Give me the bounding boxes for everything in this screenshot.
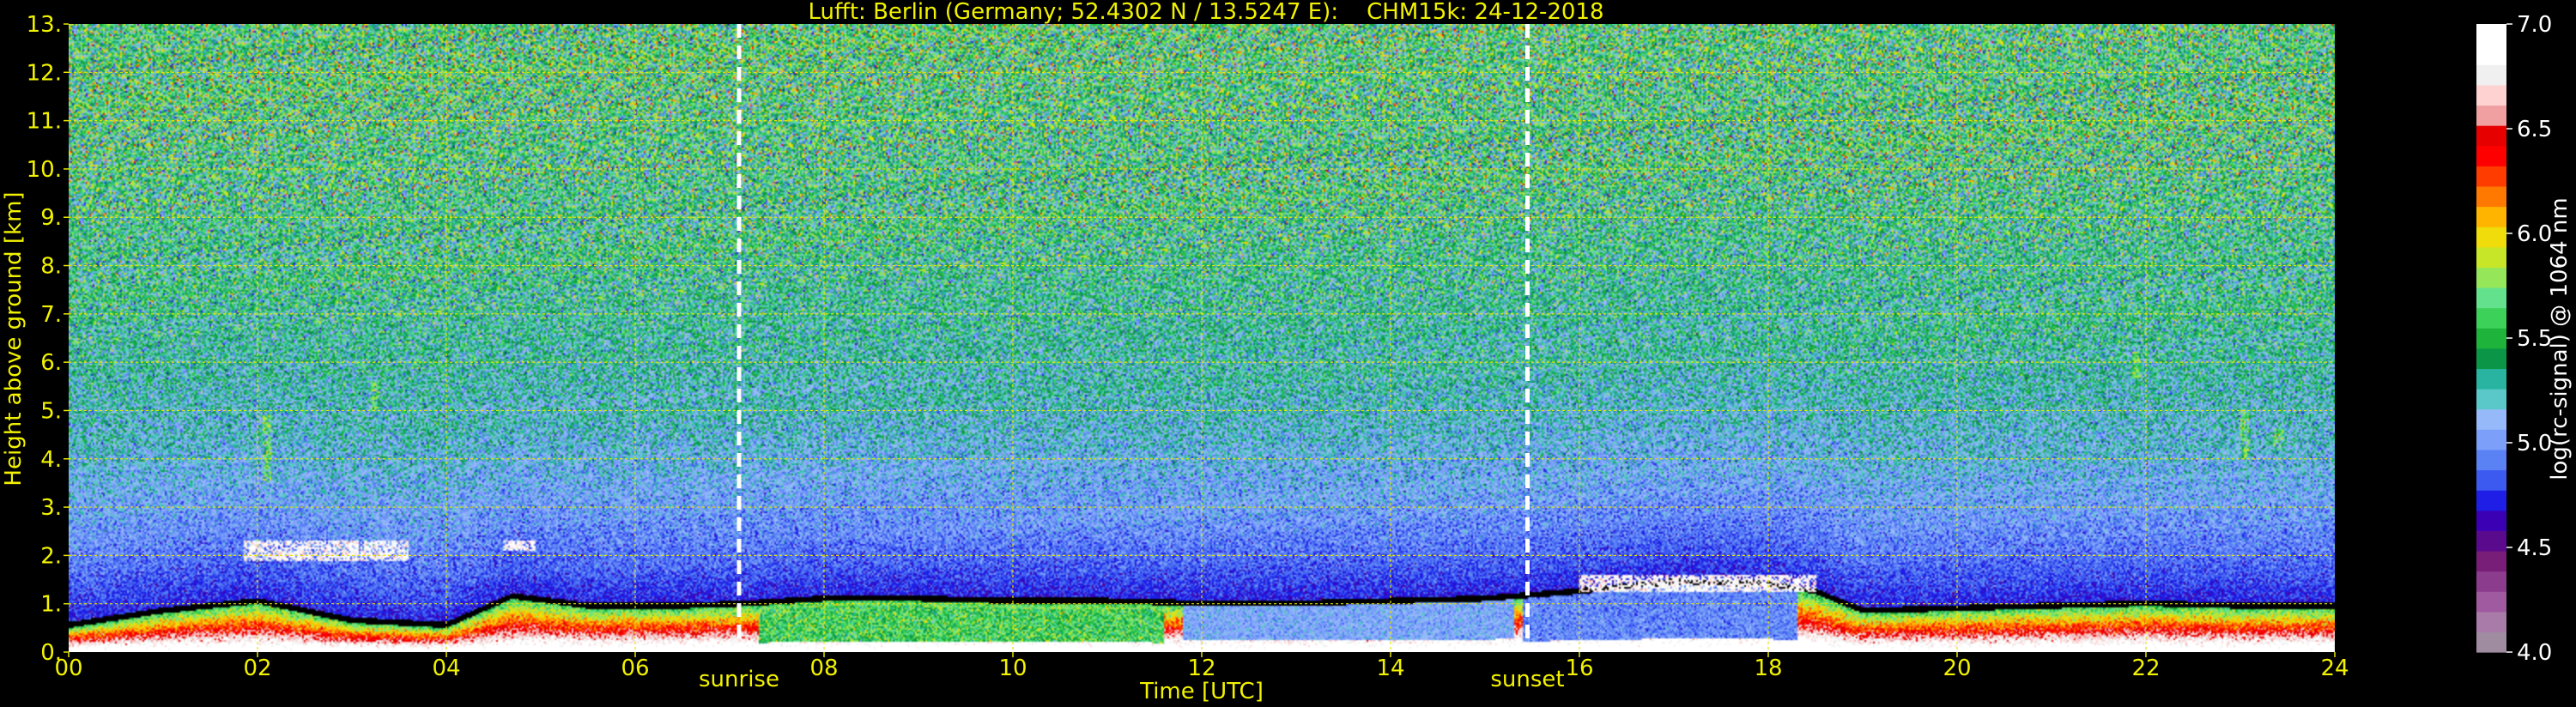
colorbar-swatch bbox=[2476, 206, 2506, 227]
colorbar-swatch bbox=[2476, 145, 2506, 166]
colorbar-swatch bbox=[2476, 530, 2506, 552]
colorbar-tick-label: 4.5 bbox=[2517, 535, 2552, 561]
x-tick-label: 20 bbox=[1943, 656, 1971, 681]
colorbar-swatch bbox=[2476, 328, 2506, 349]
colorbar-swatch bbox=[2476, 64, 2506, 86]
colorbar-swatch bbox=[2476, 125, 2506, 147]
colorbar-swatch bbox=[2476, 105, 2506, 126]
colorbar-swatch bbox=[2476, 389, 2506, 410]
colorbar-swatch bbox=[2476, 84, 2506, 106]
colorbar-swatch bbox=[2476, 287, 2506, 309]
x-tick-label: 02 bbox=[243, 656, 271, 681]
y-tick-label: 11. bbox=[27, 109, 62, 135]
colorbar-swatch bbox=[2476, 510, 2506, 531]
colorbar-swatch bbox=[2476, 227, 2506, 248]
x-tick-label: 18 bbox=[1754, 656, 1782, 681]
x-tick-label: 08 bbox=[809, 656, 838, 681]
y-tick-label: 8. bbox=[40, 254, 62, 280]
y-tick-label: 13. bbox=[27, 12, 62, 38]
colorbar-swatch bbox=[2476, 631, 2506, 653]
colorbar-swatch bbox=[2476, 611, 2506, 632]
colorbar-swatch bbox=[2476, 368, 2506, 390]
colorbar-tick-label: 4.0 bbox=[2517, 640, 2552, 666]
colorbar-swatch bbox=[2476, 44, 2506, 65]
colorbar-swatch bbox=[2476, 429, 2506, 450]
colorbar-swatch bbox=[2476, 591, 2506, 613]
y-tick-label: 3. bbox=[40, 495, 62, 521]
x-tick-label: 16 bbox=[1565, 656, 1593, 681]
colorbar-swatch bbox=[2476, 166, 2506, 187]
colorbar-swatch bbox=[2476, 469, 2506, 491]
x-axis-label: Time [UTC] bbox=[1139, 679, 1264, 704]
colorbar-swatch bbox=[2476, 267, 2506, 288]
y-tick-label: 10. bbox=[27, 157, 62, 183]
y-tick-label: 9. bbox=[40, 205, 62, 231]
colorbar-swatch bbox=[2476, 571, 2506, 592]
ceilometer-chart: Lufft: Berlin (Germany; 52.4302 N / 13.5… bbox=[0, 0, 2576, 707]
colorbar-swatch bbox=[2476, 307, 2506, 329]
y-tick-label: 1. bbox=[40, 592, 62, 618]
x-tick-label: 22 bbox=[2131, 656, 2160, 681]
y-tick-label: 0. bbox=[40, 640, 62, 666]
colorbar-tick-label: 7.0 bbox=[2517, 12, 2552, 38]
y-axis-label: Height above ground [km] bbox=[1, 191, 27, 486]
colorbar-swatch bbox=[2476, 408, 2506, 430]
colorbar-swatch bbox=[2476, 24, 2506, 45]
sun-event-label: sunset bbox=[1490, 667, 1564, 692]
chart-title: Lufft: Berlin (Germany; 52.4302 N / 13.5… bbox=[808, 0, 1603, 25]
x-tick-label: 24 bbox=[2320, 656, 2349, 681]
colorbar-swatch bbox=[2476, 550, 2506, 572]
colorbar-swatch bbox=[2476, 490, 2506, 511]
y-tick-label: 5. bbox=[40, 398, 62, 424]
x-tick-label: 12 bbox=[1187, 656, 1215, 681]
colorbar-swatch bbox=[2476, 449, 2506, 471]
colorbar-swatch bbox=[2476, 185, 2506, 208]
x-tick-label: 04 bbox=[432, 656, 460, 681]
colorbar-label: log(rc-signal) @ 1064 nm bbox=[2547, 197, 2573, 480]
y-tick-label: 6. bbox=[40, 350, 62, 376]
x-tick-label: 10 bbox=[998, 656, 1027, 681]
y-tick-label: 7. bbox=[40, 302, 62, 328]
sun-event-label: sunrise bbox=[699, 667, 779, 692]
y-tick-label: 2. bbox=[40, 543, 62, 569]
colorbar-tick-label: 6.5 bbox=[2517, 117, 2552, 142]
y-tick-label: 4. bbox=[40, 447, 62, 473]
colorbar-swatch bbox=[2476, 246, 2506, 268]
x-tick-label: 06 bbox=[621, 656, 649, 681]
colorbar-swatch bbox=[2476, 347, 2506, 370]
y-tick-label: 12. bbox=[27, 60, 62, 86]
x-tick-label: 14 bbox=[1376, 656, 1404, 681]
